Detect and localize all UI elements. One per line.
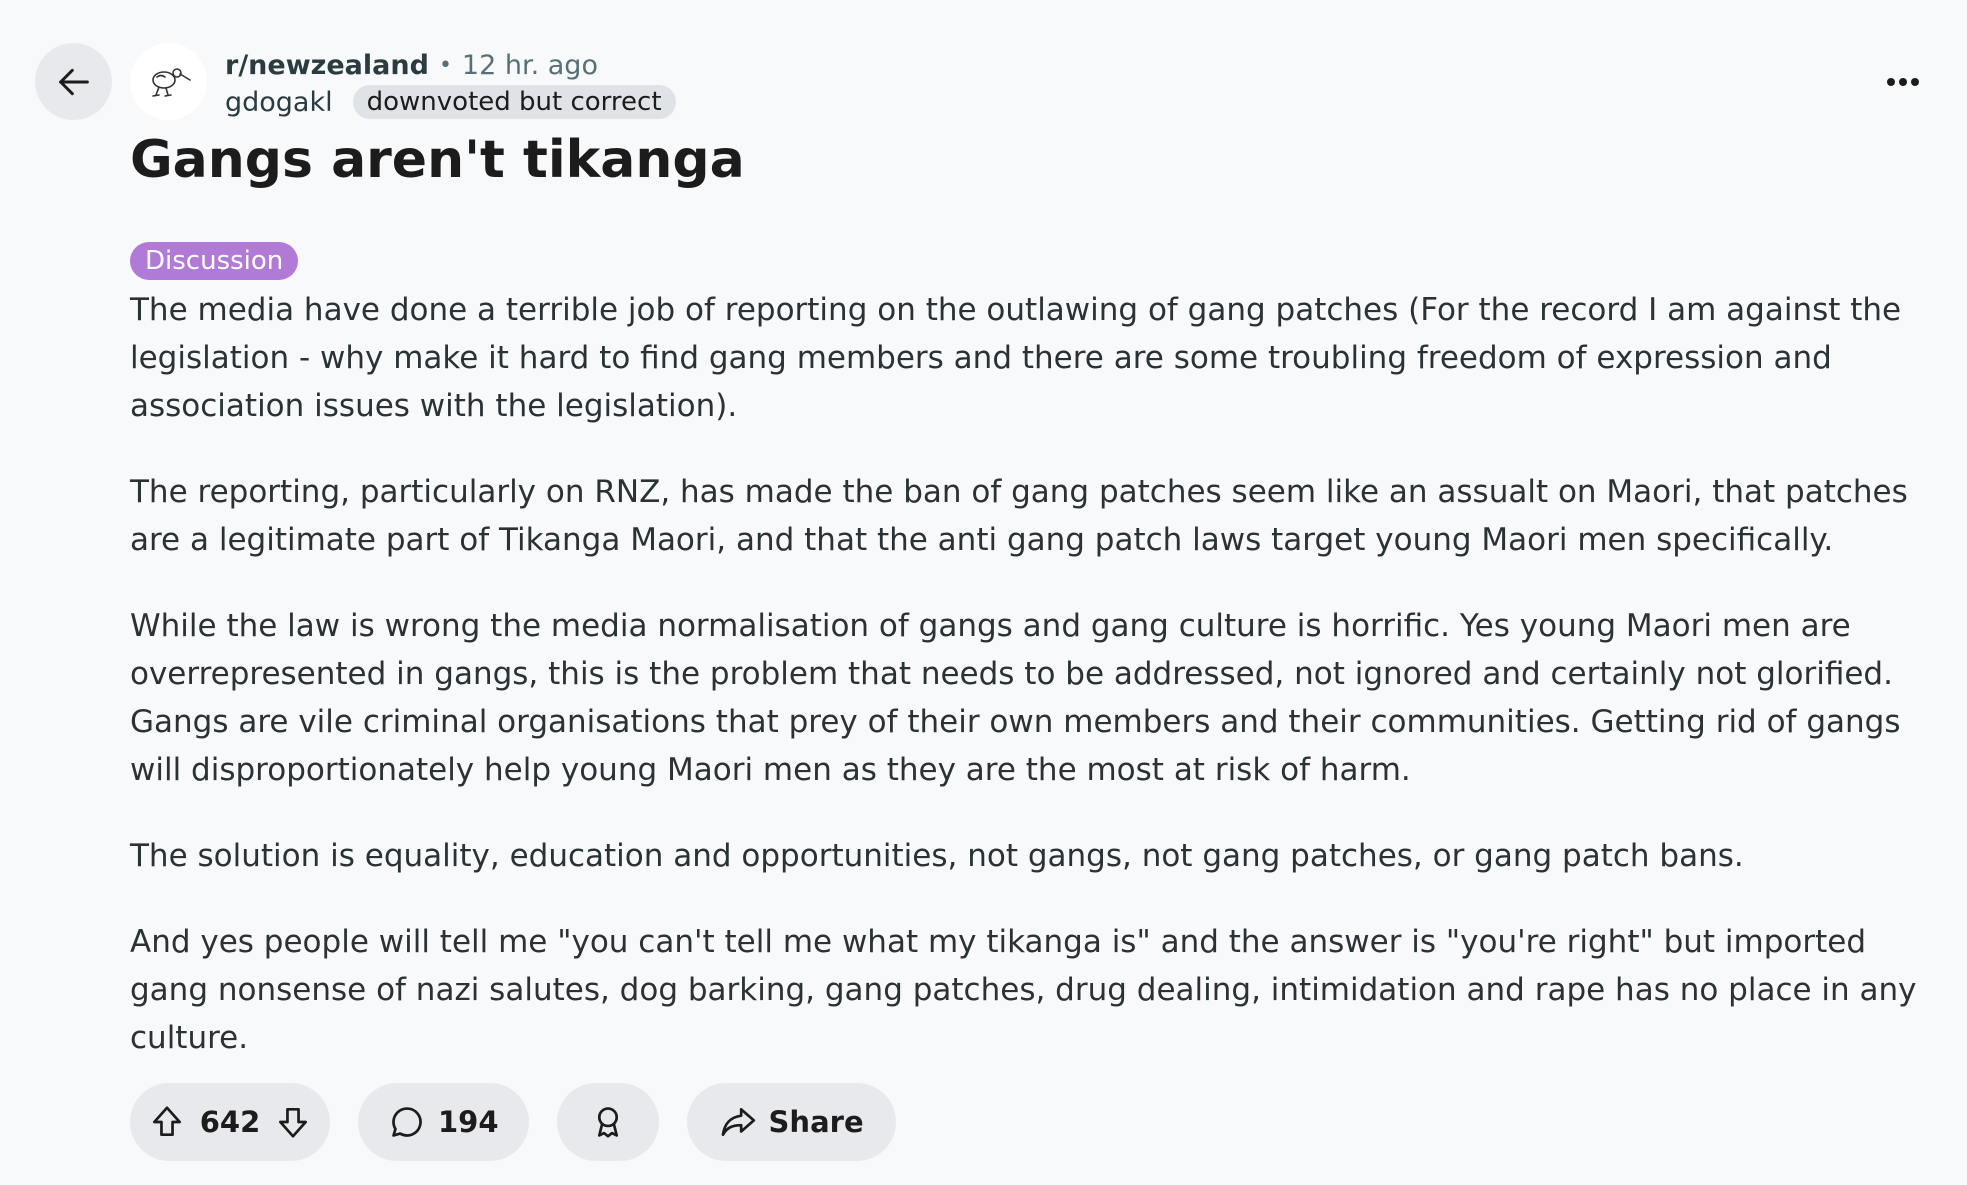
comment-count: 194 [438, 1105, 499, 1139]
body-paragraph: The reporting, particularly on RNZ, has … [130, 474, 1908, 558]
share-button[interactable]: Share [686, 1083, 896, 1161]
post-body: The media have done a terrible job of re… [130, 286, 1920, 1100]
subreddit-avatar[interactable] [130, 43, 207, 120]
vote-control: 642 [130, 1083, 330, 1161]
post-meta: r/newzealand • 12 hr. ago [225, 45, 598, 85]
body-paragraph: The solution is equality, education and … [130, 838, 1744, 874]
share-label: Share [768, 1105, 864, 1139]
award-ribbon-icon [597, 1107, 618, 1138]
post-actions: 642 194 Share [130, 1083, 924, 1161]
downvote-button[interactable] [274, 1103, 312, 1141]
user-flair: downvoted but correct [352, 85, 676, 119]
meta-separator: • [438, 52, 452, 78]
award-button[interactable] [556, 1083, 659, 1161]
share-arrow-icon [721, 1107, 755, 1137]
arrow-down-icon [278, 1107, 307, 1138]
post-time: 12 hr. ago [461, 49, 598, 81]
vote-count: 642 [199, 1105, 261, 1139]
kiwi-bird-icon [151, 67, 191, 97]
upvote-button[interactable] [148, 1103, 186, 1141]
body-paragraph: The media have done a terrible job of re… [130, 292, 1902, 424]
author-row: gdogakl downvoted but correct [225, 82, 676, 122]
body-paragraph: While the law is wrong the media normali… [130, 608, 1901, 788]
subreddit-link[interactable]: r/newzealand [225, 50, 429, 81]
body-paragraph: And yes people will tell me "you can't t… [130, 924, 1917, 1056]
speech-bubble-icon [392, 1107, 422, 1137]
ellipsis-icon [1887, 78, 1919, 86]
arrow-left-icon [58, 68, 89, 95]
arrow-up-icon [152, 1106, 182, 1137]
more-options-button[interactable] [1875, 58, 1931, 106]
post-title: Gangs aren't tikanga [130, 130, 745, 190]
comments-button[interactable]: 194 [358, 1083, 529, 1161]
author-link[interactable]: gdogakl [225, 87, 333, 118]
post-flair-badge[interactable]: Discussion [130, 242, 299, 280]
back-button[interactable] [35, 43, 112, 120]
